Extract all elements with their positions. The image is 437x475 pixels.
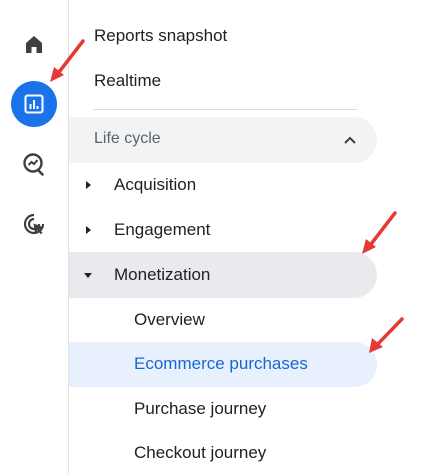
cursor-target-icon bbox=[23, 213, 45, 235]
advertising-button[interactable] bbox=[11, 201, 57, 247]
nav-item-checkout-journey[interactable]: Checkout journey bbox=[134, 431, 266, 475]
caret-down-icon[interactable] bbox=[83, 270, 93, 280]
reports-button[interactable] bbox=[11, 81, 57, 127]
nav-item-overview[interactable]: Overview bbox=[134, 298, 205, 342]
nav-item-label: Engagement bbox=[114, 220, 211, 239]
section-label: Life cycle bbox=[94, 130, 161, 147]
nav-item-realtime[interactable]: Realtime bbox=[94, 59, 161, 103]
nav-item-monetization[interactable]: Monetization bbox=[114, 253, 210, 297]
nav-item-engagement[interactable]: Engagement bbox=[114, 208, 210, 252]
nav-divider bbox=[93, 109, 357, 110]
nav-item-reports-snapshot[interactable]: Reports snapshot bbox=[94, 14, 227, 58]
chevron-up-icon[interactable] bbox=[343, 133, 357, 147]
explore-icon bbox=[23, 153, 44, 176]
nav-item-label: Overview bbox=[134, 310, 205, 329]
nav-item-purchase-journey[interactable]: Purchase journey bbox=[134, 387, 266, 431]
app-frame: Reports snapshot Realtime Life cycle Acq… bbox=[0, 0, 437, 475]
nav-item-label: Realtime bbox=[94, 71, 162, 90]
caret-right-icon[interactable] bbox=[83, 180, 93, 190]
nav-item-acquisition[interactable]: Acquisition bbox=[114, 163, 196, 207]
annotation-arrow-icon bbox=[369, 317, 404, 353]
nav-item-label: Checkout journey bbox=[134, 443, 267, 462]
home-icon bbox=[26, 36, 42, 53]
nav-item-label: Acquisition bbox=[114, 175, 197, 194]
bar-chart-icon bbox=[24, 94, 44, 114]
annotation-arrow-icon bbox=[362, 211, 397, 254]
nav-item-label: Reports snapshot bbox=[94, 26, 228, 45]
nav-item-label: Purchase journey bbox=[134, 399, 267, 418]
explore-button[interactable] bbox=[11, 141, 57, 187]
nav-item-ecommerce-purchases[interactable]: Ecommerce purchases bbox=[134, 342, 308, 386]
caret-right-icon[interactable] bbox=[83, 225, 93, 235]
nav-item-label: Ecommerce purchases bbox=[134, 354, 308, 373]
annotation-arrow-icon bbox=[50, 39, 85, 82]
nav-item-label: Monetization bbox=[114, 265, 211, 284]
